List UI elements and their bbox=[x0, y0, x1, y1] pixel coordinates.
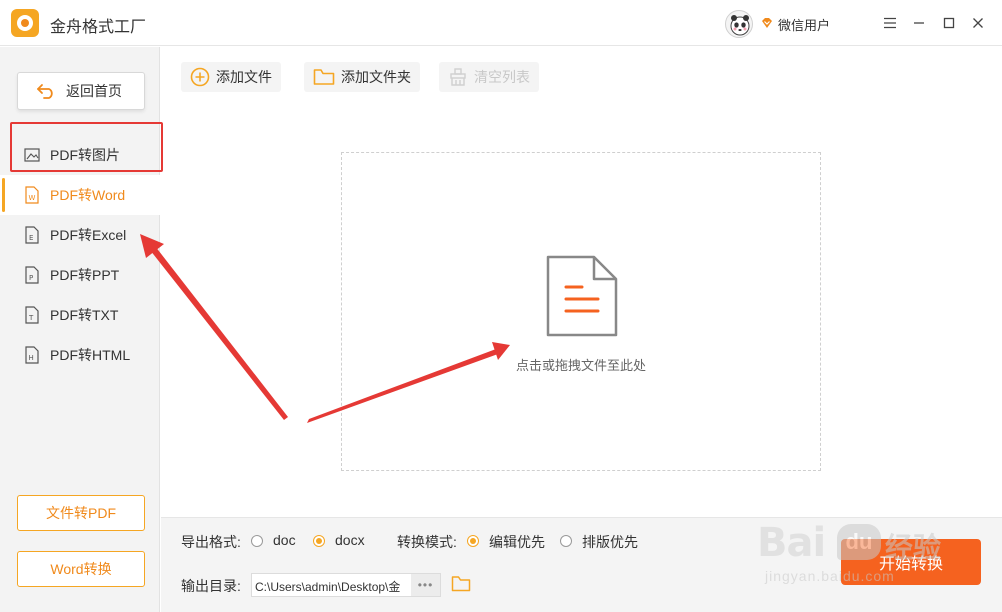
sidebar-item-pdf-to-txt[interactable]: T PDF转TXT bbox=[0, 295, 160, 335]
export-format-label: 导出格式: bbox=[181, 534, 241, 550]
clear-list-button[interactable]: 清空列表 bbox=[439, 62, 539, 92]
excel-file-icon: E bbox=[24, 226, 40, 244]
minimize-icon[interactable] bbox=[909, 13, 929, 33]
back-arrow-icon bbox=[37, 84, 53, 99]
svg-text:E: E bbox=[29, 234, 33, 242]
back-home-button[interactable]: 返回首页 bbox=[17, 72, 145, 110]
file-to-pdf-button[interactable]: 文件转PDF bbox=[17, 495, 145, 531]
convert-mode-label: 转换模式: bbox=[397, 534, 457, 550]
image-file-icon bbox=[24, 146, 40, 164]
sidebar-item-label: PDF转图片 bbox=[50, 147, 120, 163]
folder-icon bbox=[313, 69, 335, 85]
sidebar-item-label: PDF转Excel bbox=[50, 227, 127, 243]
open-folder-icon[interactable] bbox=[451, 575, 471, 595]
sidebar-item-label: PDF转HTML bbox=[50, 347, 131, 363]
format-docx-radio[interactable] bbox=[313, 535, 325, 547]
sidebar-item-pdf-to-excel[interactable]: E PDF转Excel bbox=[0, 215, 160, 255]
mode-layout-first-label[interactable]: 排版优先 bbox=[582, 532, 638, 552]
add-folder-label: 添加文件夹 bbox=[341, 69, 411, 85]
user-avatar[interactable] bbox=[725, 10, 753, 38]
format-doc-radio[interactable] bbox=[251, 535, 263, 547]
svg-text:T: T bbox=[28, 314, 34, 322]
app-logo-icon bbox=[11, 9, 39, 37]
clear-list-label: 清空列表 bbox=[474, 69, 530, 85]
browse-more-button[interactable]: ••• bbox=[411, 574, 440, 596]
sidebar: 返回首页 PDF转图片 W PDF转Word E PDF转Excel P PDF… bbox=[0, 47, 160, 612]
user-name[interactable]: 微信用户 bbox=[778, 15, 830, 34]
sidebar-item-label: PDF转PPT bbox=[50, 267, 120, 283]
output-dir-label: 输出目录: bbox=[181, 578, 241, 594]
word-convert-button[interactable]: Word转换 bbox=[17, 551, 145, 587]
sidebar-item-pdf-to-word[interactable]: W PDF转Word bbox=[0, 175, 160, 215]
add-folder-button[interactable]: 添加文件夹 bbox=[304, 62, 420, 92]
html-file-icon: H bbox=[24, 346, 40, 364]
svg-text:H: H bbox=[29, 354, 34, 362]
sidebar-item-pdf-to-image[interactable]: PDF转图片 bbox=[0, 135, 160, 175]
ppt-file-icon: P bbox=[24, 266, 40, 284]
back-home-label: 返回首页 bbox=[66, 83, 122, 99]
document-icon bbox=[546, 255, 618, 340]
start-convert-button[interactable]: 开始转换 bbox=[841, 539, 981, 585]
add-circle-icon bbox=[190, 67, 210, 87]
vip-diamond-icon bbox=[760, 16, 774, 30]
svg-text:P: P bbox=[29, 274, 33, 282]
svg-text:W: W bbox=[29, 194, 36, 202]
format-doc-label[interactable]: doc bbox=[273, 532, 296, 548]
maximize-icon[interactable] bbox=[939, 13, 959, 33]
txt-file-icon: T bbox=[24, 306, 40, 324]
mode-edit-first-radio[interactable] bbox=[467, 535, 479, 547]
word-file-icon: W bbox=[24, 186, 40, 204]
close-icon[interactable] bbox=[968, 13, 988, 33]
mode-edit-first-label[interactable]: 编辑优先 bbox=[489, 532, 545, 552]
arrow-to-menu bbox=[140, 234, 288, 420]
mode-layout-first-radio[interactable] bbox=[560, 535, 572, 547]
sidebar-item-label: PDF转Word bbox=[50, 187, 126, 203]
title-bar: 金舟格式工厂 微信用户 bbox=[0, 0, 1002, 46]
sidebar-item-pdf-to-html[interactable]: H PDF转HTML bbox=[0, 335, 160, 375]
menu-icon[interactable] bbox=[880, 13, 900, 33]
format-docx-label[interactable]: docx bbox=[335, 532, 365, 548]
add-file-label: 添加文件 bbox=[216, 69, 272, 85]
broom-icon bbox=[450, 68, 466, 86]
add-file-button[interactable]: 添加文件 bbox=[181, 62, 281, 92]
file-drop-zone[interactable]: 点击或拖拽文件至此处 bbox=[341, 152, 821, 471]
drop-hint-text: 点击或拖拽文件至此处 bbox=[515, 358, 646, 373]
sidebar-item-pdf-to-ppt[interactable]: P PDF转PPT bbox=[0, 255, 160, 295]
app-title: 金舟格式工厂 bbox=[50, 19, 147, 36]
sidebar-item-label: PDF转TXT bbox=[50, 307, 119, 323]
